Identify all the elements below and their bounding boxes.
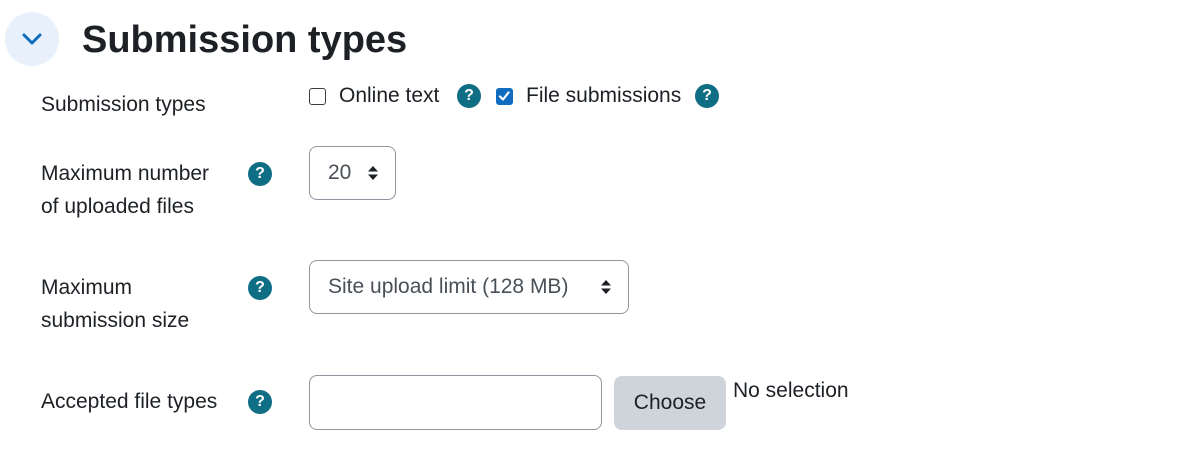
online-text-label[interactable]: Online text — [339, 81, 439, 111]
online-text-help-icon[interactable]: ? — [457, 84, 481, 108]
sort-caret-icon — [601, 280, 611, 294]
max-size-help-icon[interactable]: ? — [248, 276, 272, 300]
sort-caret-icon — [368, 166, 378, 180]
max-size-label-line2: submission size — [41, 309, 190, 332]
max-size-value: Site upload limit (128 MB) — [328, 275, 569, 298]
max-files-value: 20 — [328, 161, 352, 184]
max-files-label-line1: Maximum number — [41, 162, 210, 185]
accepted-file-types-help-icon[interactable]: ? — [248, 390, 272, 414]
max-files-select[interactable]: 20 — [309, 146, 396, 200]
accepted-file-types-input[interactable] — [309, 375, 602, 430]
accepted-file-types-label: Accepted file types — [41, 390, 218, 413]
chevron-down-icon — [22, 33, 42, 45]
max-size-label-line1: Maximum — [41, 276, 133, 299]
file-submissions-checkbox[interactable] — [496, 88, 513, 105]
selection-status: No selection — [733, 379, 849, 402]
max-size-select[interactable]: Site upload limit (128 MB) — [309, 260, 629, 314]
section-title: Submission types — [82, 19, 408, 61]
max-files-label-line2: of uploaded files — [41, 195, 194, 218]
submission-types-label: Submission types — [41, 93, 206, 116]
submission-types-section: Submission types Submission types Online… — [0, 0, 1179, 451]
max-files-help-icon[interactable]: ? — [248, 162, 272, 186]
online-text-checkbox[interactable] — [309, 88, 326, 105]
file-submissions-help-icon[interactable]: ? — [695, 84, 719, 108]
checkmark-icon — [498, 91, 510, 101]
collapse-toggle-button[interactable] — [5, 12, 59, 66]
file-submissions-label[interactable]: File submissions — [526, 81, 681, 111]
choose-button[interactable]: Choose — [614, 376, 726, 430]
